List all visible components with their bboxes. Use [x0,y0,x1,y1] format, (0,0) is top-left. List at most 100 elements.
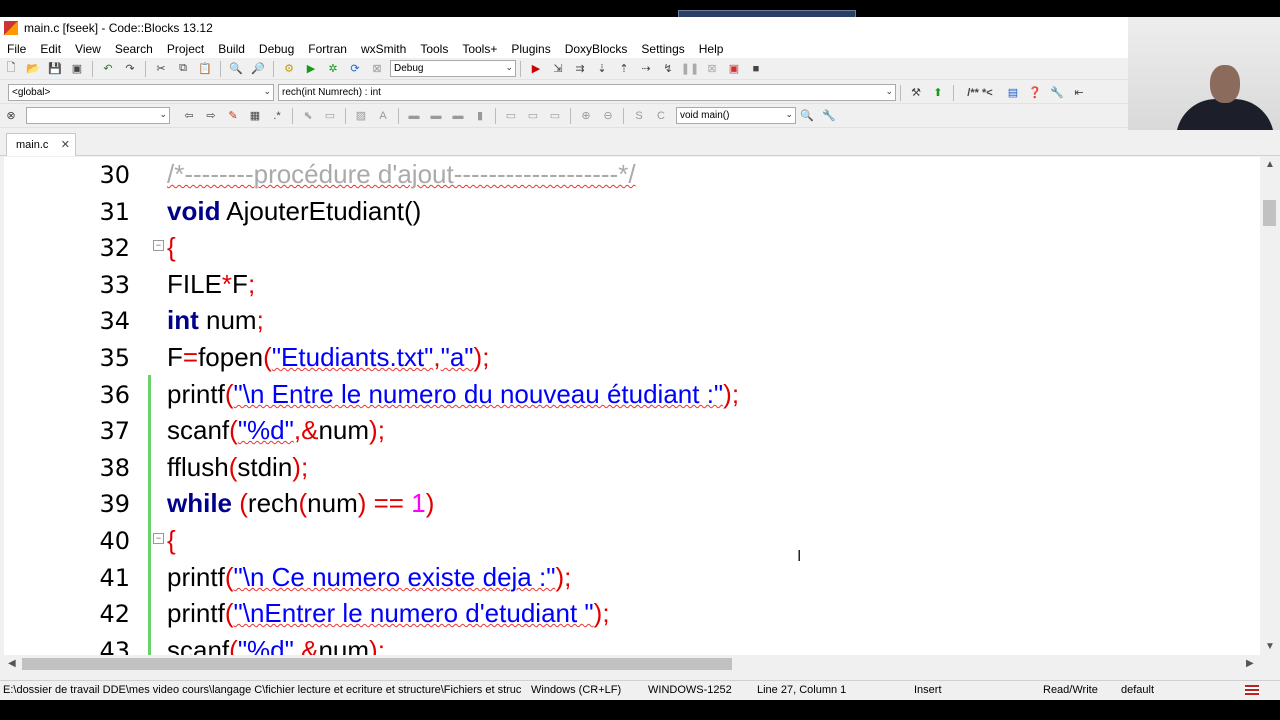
find-icon[interactable]: 🔍 [227,61,245,77]
debug-windows-icon[interactable]: ▣ [725,61,743,77]
menu-plugins[interactable]: Plugins [504,42,557,56]
build-gear-icon[interactable]: ⚙ [280,61,298,77]
zoom-in-icon[interactable]: ⊕ [577,108,595,124]
frame3-icon[interactable]: ▭ [546,108,564,124]
scroll-thumb[interactable] [22,658,732,670]
chevron-down-icon: ⌄ [885,86,893,96]
code-line: 32 − { [4,230,1260,266]
rebuild-icon[interactable]: ⟳ [346,61,364,77]
menu-view[interactable]: View [68,42,108,56]
next-line-icon[interactable]: ⇉ [571,61,589,77]
paste-icon[interactable]: 📋 [196,61,214,77]
build-run-icon[interactable]: ✲ [324,61,342,77]
menu-help[interactable]: Help [692,42,731,56]
horizontal-scrollbar[interactable]: ◀ ▶ [0,655,1260,673]
text-icon[interactable]: A [374,108,392,124]
menu-doxyblocks[interactable]: DoxyBlocks [558,42,635,56]
codeblocks-window: main.c [fseek] - Code::Blocks 13.12 File… [0,0,1280,720]
scroll-left-icon[interactable]: ◀ [8,658,16,669]
step-instruction-icon[interactable]: ↯ [659,61,677,77]
c-icon[interactable]: C [652,108,670,124]
bottom-black-border [0,700,1280,720]
stop-icon[interactable]: ⊠ [703,61,721,77]
s-icon[interactable]: S [630,108,648,124]
close-icon[interactable]: ✕ [61,138,70,151]
scroll-down-icon[interactable]: ▼ [1265,641,1275,652]
find-previous-icon[interactable]: ⇦ [180,108,198,124]
cut-icon[interactable]: ✂ [152,61,170,77]
toolbar-separator [145,60,146,77]
doxy-html-icon[interactable]: ▤ [1004,85,1022,101]
highlight-icon[interactable]: ✎ [224,108,242,124]
menu-build[interactable]: Build [211,42,252,56]
replace-icon[interactable]: 🔎 [249,61,267,77]
line-number: 40 [99,527,130,555]
menu-search[interactable]: Search [108,42,160,56]
code-editor[interactable]: 30 /*--------procédure d'ajout----------… [4,157,1260,655]
function-select[interactable]: rech(int Numrech) : int ⌄ [278,84,896,101]
undo-icon[interactable]: ↶ [99,61,117,77]
select-pointer-icon[interactable]: ⬉ [299,108,317,124]
menu-fortran[interactable]: Fortran [301,42,354,56]
menu-file[interactable]: File [0,42,33,56]
tab-main-c[interactable]: main.c ✕ [6,133,76,156]
line-number: 31 [99,198,130,226]
search-input[interactable]: ⌄ [26,107,170,124]
block-icon[interactable]: ▬ [405,108,423,124]
doxy-wizard-icon[interactable]: ⚒ [907,85,925,101]
find-next-icon[interactable]: ⇨ [202,108,220,124]
regex-icon[interactable]: .* [268,108,286,124]
doxy-prefs-icon[interactable]: 🔧 [1048,85,1066,101]
image-icon[interactable]: ▨ [352,108,370,124]
scroll-right-icon[interactable]: ▶ [1246,658,1254,669]
menu-settings[interactable]: Settings [634,42,691,56]
doxy-extract-icon[interactable]: ⬆ [929,85,947,101]
abort-icon[interactable]: ⊠ [368,61,386,77]
save-all-icon[interactable]: ▣ [68,61,86,77]
menu-debug[interactable]: Debug [252,42,301,56]
new-file-icon[interactable]: 🗋 [2,61,20,77]
back-arrow-icon[interactable]: ⇤ [1070,85,1088,101]
symbol-search-icon[interactable]: 🔍 [798,108,816,124]
scroll-thumb[interactable] [1263,200,1276,226]
vertical-scrollbar[interactable]: ▲ ▼ [1260,157,1280,655]
code-line: 36 printf("\n Entre le numero du nouveau… [4,377,1260,413]
menu-project[interactable]: Project [160,42,211,56]
block3-icon[interactable]: ▬ [449,108,467,124]
debug-info-icon[interactable]: ■ [747,61,765,77]
scroll-up-icon[interactable]: ▲ [1265,159,1275,170]
fold-toggle-icon[interactable]: − [153,533,164,544]
next-instruction-icon[interactable]: ⇢ [637,61,655,77]
menu-edit[interactable]: Edit [33,42,68,56]
run-icon[interactable]: ▶ [302,61,320,77]
run-to-cursor-icon[interactable]: ⇲ [549,61,567,77]
rectangle-icon[interactable]: ▭ [321,108,339,124]
scope-select[interactable]: <global> ⌄ [8,84,274,101]
copy-icon[interactable]: ⧉ [174,61,192,77]
doxy-chm-icon[interactable]: ❓ [1026,85,1044,101]
block4-icon[interactable]: ▮ [471,108,489,124]
menu-tools-plus[interactable]: Tools+ [455,42,504,56]
block2-icon[interactable]: ▬ [427,108,445,124]
save-icon[interactable]: 💾 [46,61,64,77]
clear-search-icon[interactable]: ⊗ [2,108,20,124]
zoom-out-icon[interactable]: ⊖ [599,108,617,124]
frame-icon[interactable]: ▭ [502,108,520,124]
symbol-settings-icon[interactable]: 🔧 [820,108,838,124]
build-target-select[interactable]: Debug ⌄ [390,60,516,77]
toolbar-separator [273,60,274,77]
doxy-comment-block[interactable]: /** *< [960,85,1000,101]
step-into-icon[interactable]: ⇣ [593,61,611,77]
open-icon[interactable]: 📂 [24,61,42,77]
redo-icon[interactable]: ↷ [121,61,139,77]
menu-wxsmith[interactable]: wxSmith [354,42,413,56]
fold-toggle-icon[interactable]: − [153,240,164,251]
code-line: 40 − { [4,523,1260,559]
selected-text-icon[interactable]: ▦ [246,108,264,124]
step-out-icon[interactable]: ⇡ [615,61,633,77]
menu-tools[interactable]: Tools [413,42,455,56]
symbol-select[interactable]: void main() ⌄ [676,107,796,124]
frame2-icon[interactable]: ▭ [524,108,542,124]
debug-run-icon[interactable]: ▶ [527,61,545,77]
pause-icon[interactable]: ❚❚ [681,61,699,77]
